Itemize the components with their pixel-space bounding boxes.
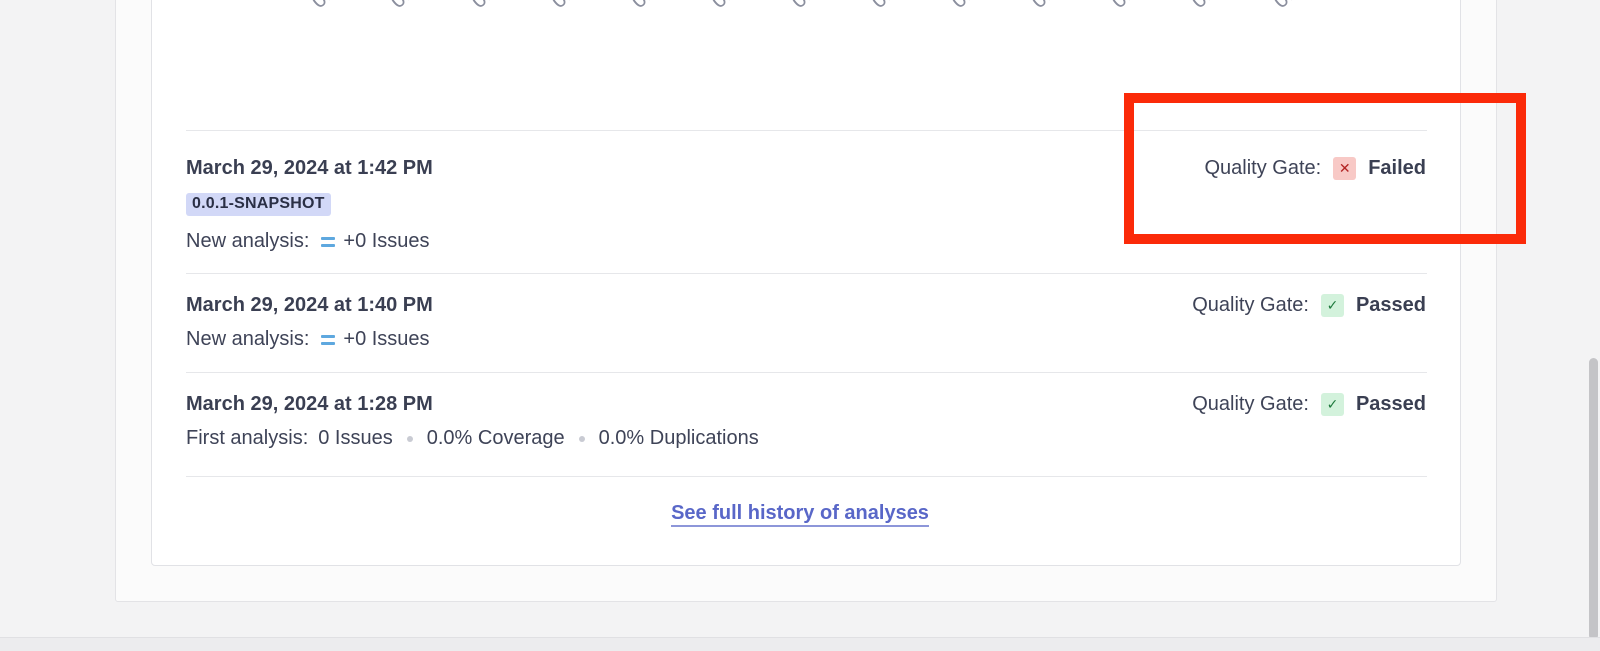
divider — [186, 476, 1427, 477]
quality-gate-label: Quality Gate: — [1204, 157, 1322, 179]
x-icon: ✕ — [1333, 157, 1357, 180]
version-badge: 0.0.1-SNAPSHOT — [186, 193, 331, 216]
quality-gate-status: Quality Gate: ✓ Passed — [1192, 294, 1426, 317]
quality-gate-result: Passed — [1355, 294, 1426, 316]
page-footer-strip — [0, 637, 1600, 651]
analysis-date: March 29, 2024 at 1:28 PM — [186, 393, 433, 415]
coverage-value: 0.0% Coverage — [426, 427, 565, 449]
activity-card — [151, 0, 1461, 566]
issues-count: +0 Issues — [343, 230, 430, 252]
separator-dot — [406, 435, 413, 442]
analysis-date: March 29, 2024 at 1:42 PM — [186, 157, 433, 179]
check-icon: ✓ — [1320, 393, 1344, 416]
quality-gate-result: Failed — [1368, 157, 1426, 179]
divider — [186, 130, 1427, 131]
issues-count: 0 Issues — [318, 427, 393, 449]
history-link-container: See full history of analyses — [0, 502, 1600, 527]
divider — [186, 372, 1427, 373]
separator-dot — [578, 435, 585, 442]
duplications-value: 0.0% Duplications — [598, 427, 759, 449]
scrollbar[interactable] — [1586, 0, 1600, 651]
analysis-date: March 29, 2024 at 1:40 PM — [186, 294, 433, 316]
see-full-history-link[interactable]: See full history of analyses — [671, 502, 929, 527]
quality-gate-result: Passed — [1355, 393, 1426, 415]
quality-gate-label: Quality Gate: — [1192, 393, 1309, 415]
check-icon: ✓ — [1320, 294, 1344, 317]
divider — [186, 273, 1427, 274]
analysis-kind-label: New analysis: — [186, 230, 310, 252]
analysis-summary: New analysis: +0 Issues — [186, 230, 430, 253]
scrollbar-thumb[interactable] — [1589, 358, 1598, 640]
equals-icon — [321, 236, 336, 247]
quality-gate-status: Quality Gate: ✕ Failed — [1204, 157, 1426, 180]
analysis-summary: New analysis: +0 Issues — [186, 328, 430, 351]
quality-gate-label: Quality Gate: — [1192, 294, 1309, 316]
analysis-kind-label: New analysis: — [186, 328, 310, 350]
analysis-kind-label: First analysis: — [186, 427, 309, 449]
equals-icon — [321, 334, 336, 345]
issues-count: +0 Issues — [343, 328, 430, 350]
analysis-summary: First analysis: 0 Issues 0.0% Coverage 0… — [186, 427, 759, 450]
quality-gate-status: Quality Gate: ✓ Passed — [1192, 393, 1426, 416]
